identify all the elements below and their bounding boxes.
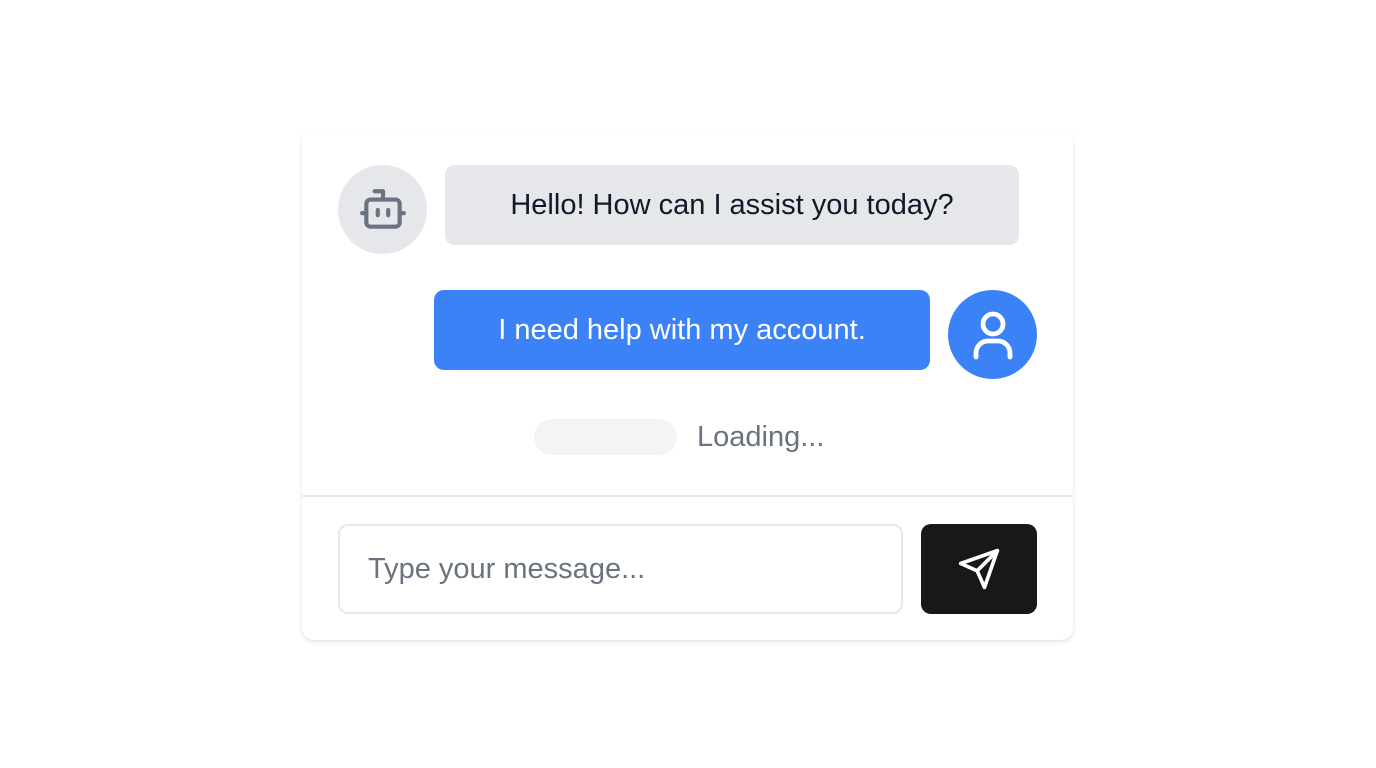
- bot-message-text: Hello! How can I assist you today?: [510, 188, 954, 221]
- composer: [338, 524, 1038, 614]
- send-button[interactable]: [921, 524, 1037, 614]
- composer-divider: [302, 495, 1073, 497]
- user-avatar: [948, 290, 1037, 379]
- user-message-text: I need help with my account.: [498, 313, 866, 346]
- loading-indicator: Loading...: [534, 419, 824, 455]
- user-icon: [971, 310, 1015, 360]
- message-list: Hello! How can I assist you today? I nee…: [302, 130, 1073, 495]
- user-message-bubble: I need help with my account.: [434, 290, 930, 370]
- robot-icon: [358, 187, 408, 233]
- send-icon: [957, 547, 1001, 591]
- bot-message-bubble: Hello! How can I assist you today?: [445, 165, 1019, 245]
- message-input[interactable]: [338, 524, 903, 614]
- loading-skeleton: [534, 419, 677, 455]
- bot-avatar: [338, 165, 427, 254]
- loading-text: Loading...: [697, 420, 825, 453]
- chat-window: Hello! How can I assist you today? I nee…: [302, 130, 1073, 640]
